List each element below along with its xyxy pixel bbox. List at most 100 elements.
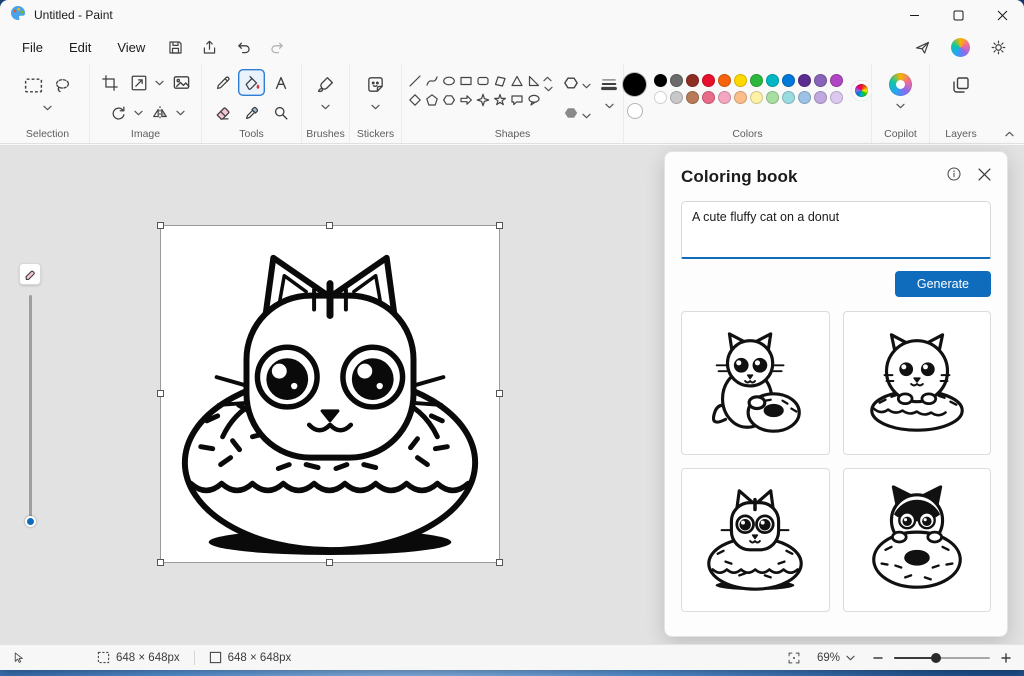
generated-option-1[interactable] xyxy=(681,311,830,455)
layers-button[interactable] xyxy=(948,71,975,98)
shape-triangle[interactable] xyxy=(509,72,525,89)
color-swatch[interactable] xyxy=(766,74,779,87)
ribbon-collapse-chevron-icon[interactable] xyxy=(1004,129,1016,139)
panel-close-icon[interactable] xyxy=(978,168,991,186)
export-icon[interactable] xyxy=(193,33,225,61)
fill-tool[interactable] xyxy=(238,69,265,96)
shape-hexagon[interactable] xyxy=(441,91,457,108)
color-swatch[interactable] xyxy=(814,74,827,87)
crop-tool[interactable] xyxy=(97,69,124,96)
color-swatch[interactable] xyxy=(766,91,779,104)
undo-button[interactable] xyxy=(227,33,259,61)
copilot-chevron-icon[interactable] xyxy=(895,101,907,111)
color-swatch[interactable] xyxy=(686,91,699,104)
shape-curve[interactable] xyxy=(424,72,440,89)
shapes-scroll-up-icon[interactable] xyxy=(542,74,554,84)
generated-option-3[interactable] xyxy=(681,468,830,612)
info-icon[interactable] xyxy=(946,166,962,187)
selection-handle[interactable] xyxy=(496,390,503,397)
selection-handle[interactable] xyxy=(157,559,164,566)
brush-size-track[interactable] xyxy=(29,295,32,525)
eraser-tool[interactable] xyxy=(209,99,236,126)
selection-handle[interactable] xyxy=(326,222,333,229)
selection-handle[interactable] xyxy=(157,222,164,229)
shape-right-triangle[interactable] xyxy=(526,72,542,89)
shape-speech-bubble[interactable] xyxy=(509,91,525,108)
color-swatch[interactable] xyxy=(654,74,667,87)
shape-oval-speech-bubble[interactable] xyxy=(526,91,542,108)
rotate-chevron-icon[interactable] xyxy=(133,108,145,118)
copilot-menu-icon[interactable] xyxy=(944,33,976,61)
shape-oval[interactable] xyxy=(441,72,457,89)
size-dropdown[interactable] xyxy=(600,72,618,111)
selection-handle[interactable] xyxy=(157,390,164,397)
color-swatch[interactable] xyxy=(654,91,667,104)
color-swatch[interactable] xyxy=(798,74,811,87)
zoom-in-button[interactable] xyxy=(1000,652,1012,664)
color-picker-tool[interactable] xyxy=(238,99,265,126)
maximize-button[interactable] xyxy=(936,0,980,30)
pencil-tool[interactable] xyxy=(209,69,236,96)
shape-five-point-star[interactable] xyxy=(492,91,508,108)
color-swatch[interactable] xyxy=(782,91,795,104)
text-tool[interactable] xyxy=(267,69,294,96)
zoom-level-dropdown[interactable]: 69% xyxy=(811,650,862,666)
share-icon[interactable] xyxy=(906,33,938,61)
selection-handle[interactable] xyxy=(326,559,333,566)
generated-option-4[interactable] xyxy=(843,468,992,612)
primary-color-indicator[interactable] xyxy=(623,73,646,96)
color-swatch[interactable] xyxy=(686,74,699,87)
stickers-chevron-icon[interactable] xyxy=(370,102,382,112)
shape-rounded-rectangle[interactable] xyxy=(475,72,491,89)
edit-colors-button[interactable] xyxy=(851,80,872,101)
generated-option-2[interactable] xyxy=(843,311,992,455)
color-swatch[interactable] xyxy=(830,91,843,104)
shape-rectangle[interactable] xyxy=(458,72,474,89)
generate-button[interactable]: Generate xyxy=(895,271,991,297)
resize-chevron-icon[interactable] xyxy=(154,78,166,88)
brushes-tool[interactable] xyxy=(312,71,339,98)
minimize-button[interactable] xyxy=(892,0,936,30)
close-button[interactable] xyxy=(980,0,1024,30)
resize-tool[interactable] xyxy=(126,69,153,96)
zoom-slider[interactable] xyxy=(894,652,990,664)
copilot-button[interactable] xyxy=(887,71,914,98)
stickers-tool[interactable] xyxy=(362,71,389,98)
color-swatch[interactable] xyxy=(670,74,683,87)
brush-size-slider[interactable] xyxy=(19,263,41,525)
selection-handle[interactable] xyxy=(496,559,503,566)
shape-four-point-star[interactable] xyxy=(475,91,491,108)
rectangle-select-tool[interactable] xyxy=(20,72,47,99)
color-swatch[interactable] xyxy=(718,91,731,104)
color-swatch[interactable] xyxy=(670,91,683,104)
color-swatch[interactable] xyxy=(718,74,731,87)
color-swatch[interactable] xyxy=(750,91,763,104)
zoom-out-button[interactable] xyxy=(872,652,884,664)
redo-button[interactable] xyxy=(261,33,293,61)
color-swatch[interactable] xyxy=(830,74,843,87)
color-swatch[interactable] xyxy=(734,74,747,87)
selection-handle[interactable] xyxy=(496,222,503,229)
settings-gear-icon[interactable] xyxy=(982,33,1014,61)
flip-chevron-icon[interactable] xyxy=(175,108,187,118)
shape-fill-dropdown[interactable] xyxy=(563,105,592,126)
color-swatch[interactable] xyxy=(702,74,715,87)
brushes-chevron-icon[interactable] xyxy=(320,102,332,112)
menu-edit[interactable]: Edit xyxy=(57,35,103,60)
shape-line[interactable] xyxy=(407,72,423,89)
shape-right-arrow[interactable] xyxy=(458,91,474,108)
color-swatch[interactable] xyxy=(702,91,715,104)
shape-outline-dropdown[interactable] xyxy=(563,75,592,96)
menu-view[interactable]: View xyxy=(105,35,157,60)
color-swatch[interactable] xyxy=(750,74,763,87)
fit-to-screen-button[interactable] xyxy=(787,651,801,665)
color-swatch[interactable] xyxy=(814,91,827,104)
shape-polygon[interactable] xyxy=(492,72,508,89)
shapes-scroll-down-icon[interactable] xyxy=(542,84,554,94)
brush-size-thumb[interactable] xyxy=(25,516,36,527)
prompt-input[interactable]: A cute fluffy cat on a donut xyxy=(681,201,991,259)
menu-file[interactable]: File xyxy=(10,35,55,60)
color-swatch[interactable] xyxy=(734,91,747,104)
secondary-color-indicator[interactable] xyxy=(627,103,643,119)
shape-pentagon[interactable] xyxy=(424,91,440,108)
